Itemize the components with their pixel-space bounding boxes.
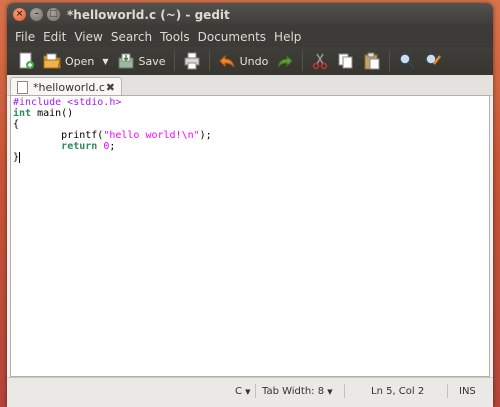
chevron-down-icon: ▼ [327, 388, 333, 396]
menu-edit[interactable]: Edit [39, 30, 70, 44]
menu-search[interactable]: Search [107, 30, 156, 44]
menu-bar: File Edit View Search Tools Documents He… [7, 27, 493, 47]
keyword-int: int [13, 108, 32, 119]
find-replace-icon [424, 52, 442, 70]
title-bar: × – □ *helloworld.c (~) - gedit [7, 3, 493, 27]
new-document-icon [17, 52, 35, 70]
maximize-window-button[interactable]: □ [47, 8, 60, 21]
toolbar-separator [173, 51, 175, 71]
code-line: } [13, 152, 489, 163]
close-window-button[interactable]: × [13, 8, 26, 21]
undo-label: Undo [239, 54, 269, 68]
code-line: printf("hello world!\n"); [13, 130, 489, 141]
language-selector[interactable]: C ▼ [235, 386, 251, 397]
undo-button[interactable]: Undo [214, 49, 273, 73]
document-tab-bar: *helloworld.c ✖ [7, 75, 493, 96]
open-brace: { [13, 119, 20, 130]
cut-button[interactable] [307, 49, 333, 73]
toolbar-separator [302, 51, 304, 71]
chevron-down-icon: ▼ [245, 388, 251, 396]
window-controls: × – □ [13, 8, 60, 21]
search-icon [398, 52, 416, 70]
menu-tools[interactable]: Tools [156, 30, 194, 44]
preprocessor-directive: #include <stdio.h> [13, 97, 122, 108]
toolbar-separator [389, 51, 391, 71]
status-separator [344, 384, 345, 398]
menu-view[interactable]: View [70, 30, 106, 44]
open-label: Open [65, 54, 95, 68]
code-line: #include <stdio.h> [13, 97, 489, 108]
folder-open-icon [43, 52, 61, 70]
open-button[interactable]: Open [39, 49, 98, 73]
window-title: *helloworld.c (~) - gedit [67, 8, 230, 22]
save-button[interactable]: Save [113, 49, 170, 73]
statement-end: ; [109, 141, 116, 152]
code-editor[interactable]: #include <stdio.h> int main() { printf("… [10, 95, 490, 377]
cursor-position: Ln 5, Col 2 [371, 386, 425, 397]
redo-button[interactable] [272, 49, 298, 73]
string-literal: "hello world!\n" [103, 130, 200, 141]
tab-label: *helloworld.c [33, 80, 105, 94]
chevron-down-icon: ▼ [102, 56, 109, 66]
menu-help[interactable]: Help [270, 30, 305, 44]
scissors-icon [311, 52, 329, 70]
close-tab-icon[interactable]: ✖ [106, 81, 115, 94]
tab-helloworld[interactable]: *helloworld.c ✖ [10, 77, 122, 96]
keyword-return: return [61, 141, 98, 152]
paste-button[interactable] [359, 49, 385, 73]
find-button[interactable] [394, 49, 420, 73]
text-document-icon [17, 80, 28, 94]
tab-width-label: Tab Width: 8 [262, 386, 325, 397]
gedit-window: × – □ *helloworld.c (~) - gedit File Edi… [7, 3, 493, 407]
insert-mode-indicator: INS [459, 386, 476, 397]
save-icon [117, 52, 135, 70]
save-label: Save [138, 54, 166, 68]
clipboard-icon [363, 52, 381, 70]
code-line: int main() [13, 108, 489, 119]
status-bar: C ▼ Tab Width: 8 ▼ Ln 5, Col 2 INS [7, 377, 493, 407]
printf-call: printf( [13, 130, 104, 141]
menu-documents[interactable]: Documents [194, 30, 270, 44]
redo-arrow-icon [276, 52, 294, 70]
copy-icon [337, 52, 355, 70]
toolbar-separator [208, 51, 210, 71]
statement-end: ); [199, 130, 212, 141]
code-line: return 0; [13, 141, 489, 152]
status-separator [255, 384, 256, 398]
text-cursor [19, 152, 21, 163]
toolbar: Open ▼ Save Undo [7, 47, 493, 75]
function-declaration: main() [31, 108, 74, 119]
print-button[interactable] [179, 49, 205, 73]
status-separator [447, 384, 448, 398]
tab-width-selector[interactable]: Tab Width: 8 ▼ [262, 386, 333, 397]
new-document-button[interactable] [13, 49, 39, 73]
minimize-window-button[interactable]: – [30, 8, 43, 21]
code-line: { [13, 119, 489, 130]
printer-icon [183, 52, 201, 70]
language-label: C [235, 386, 242, 397]
find-replace-button[interactable] [420, 49, 446, 73]
copy-button[interactable] [333, 49, 359, 73]
undo-arrow-icon [218, 52, 236, 70]
recent-files-dropdown[interactable]: ▼ [98, 49, 112, 73]
menu-file[interactable]: File [11, 30, 39, 44]
